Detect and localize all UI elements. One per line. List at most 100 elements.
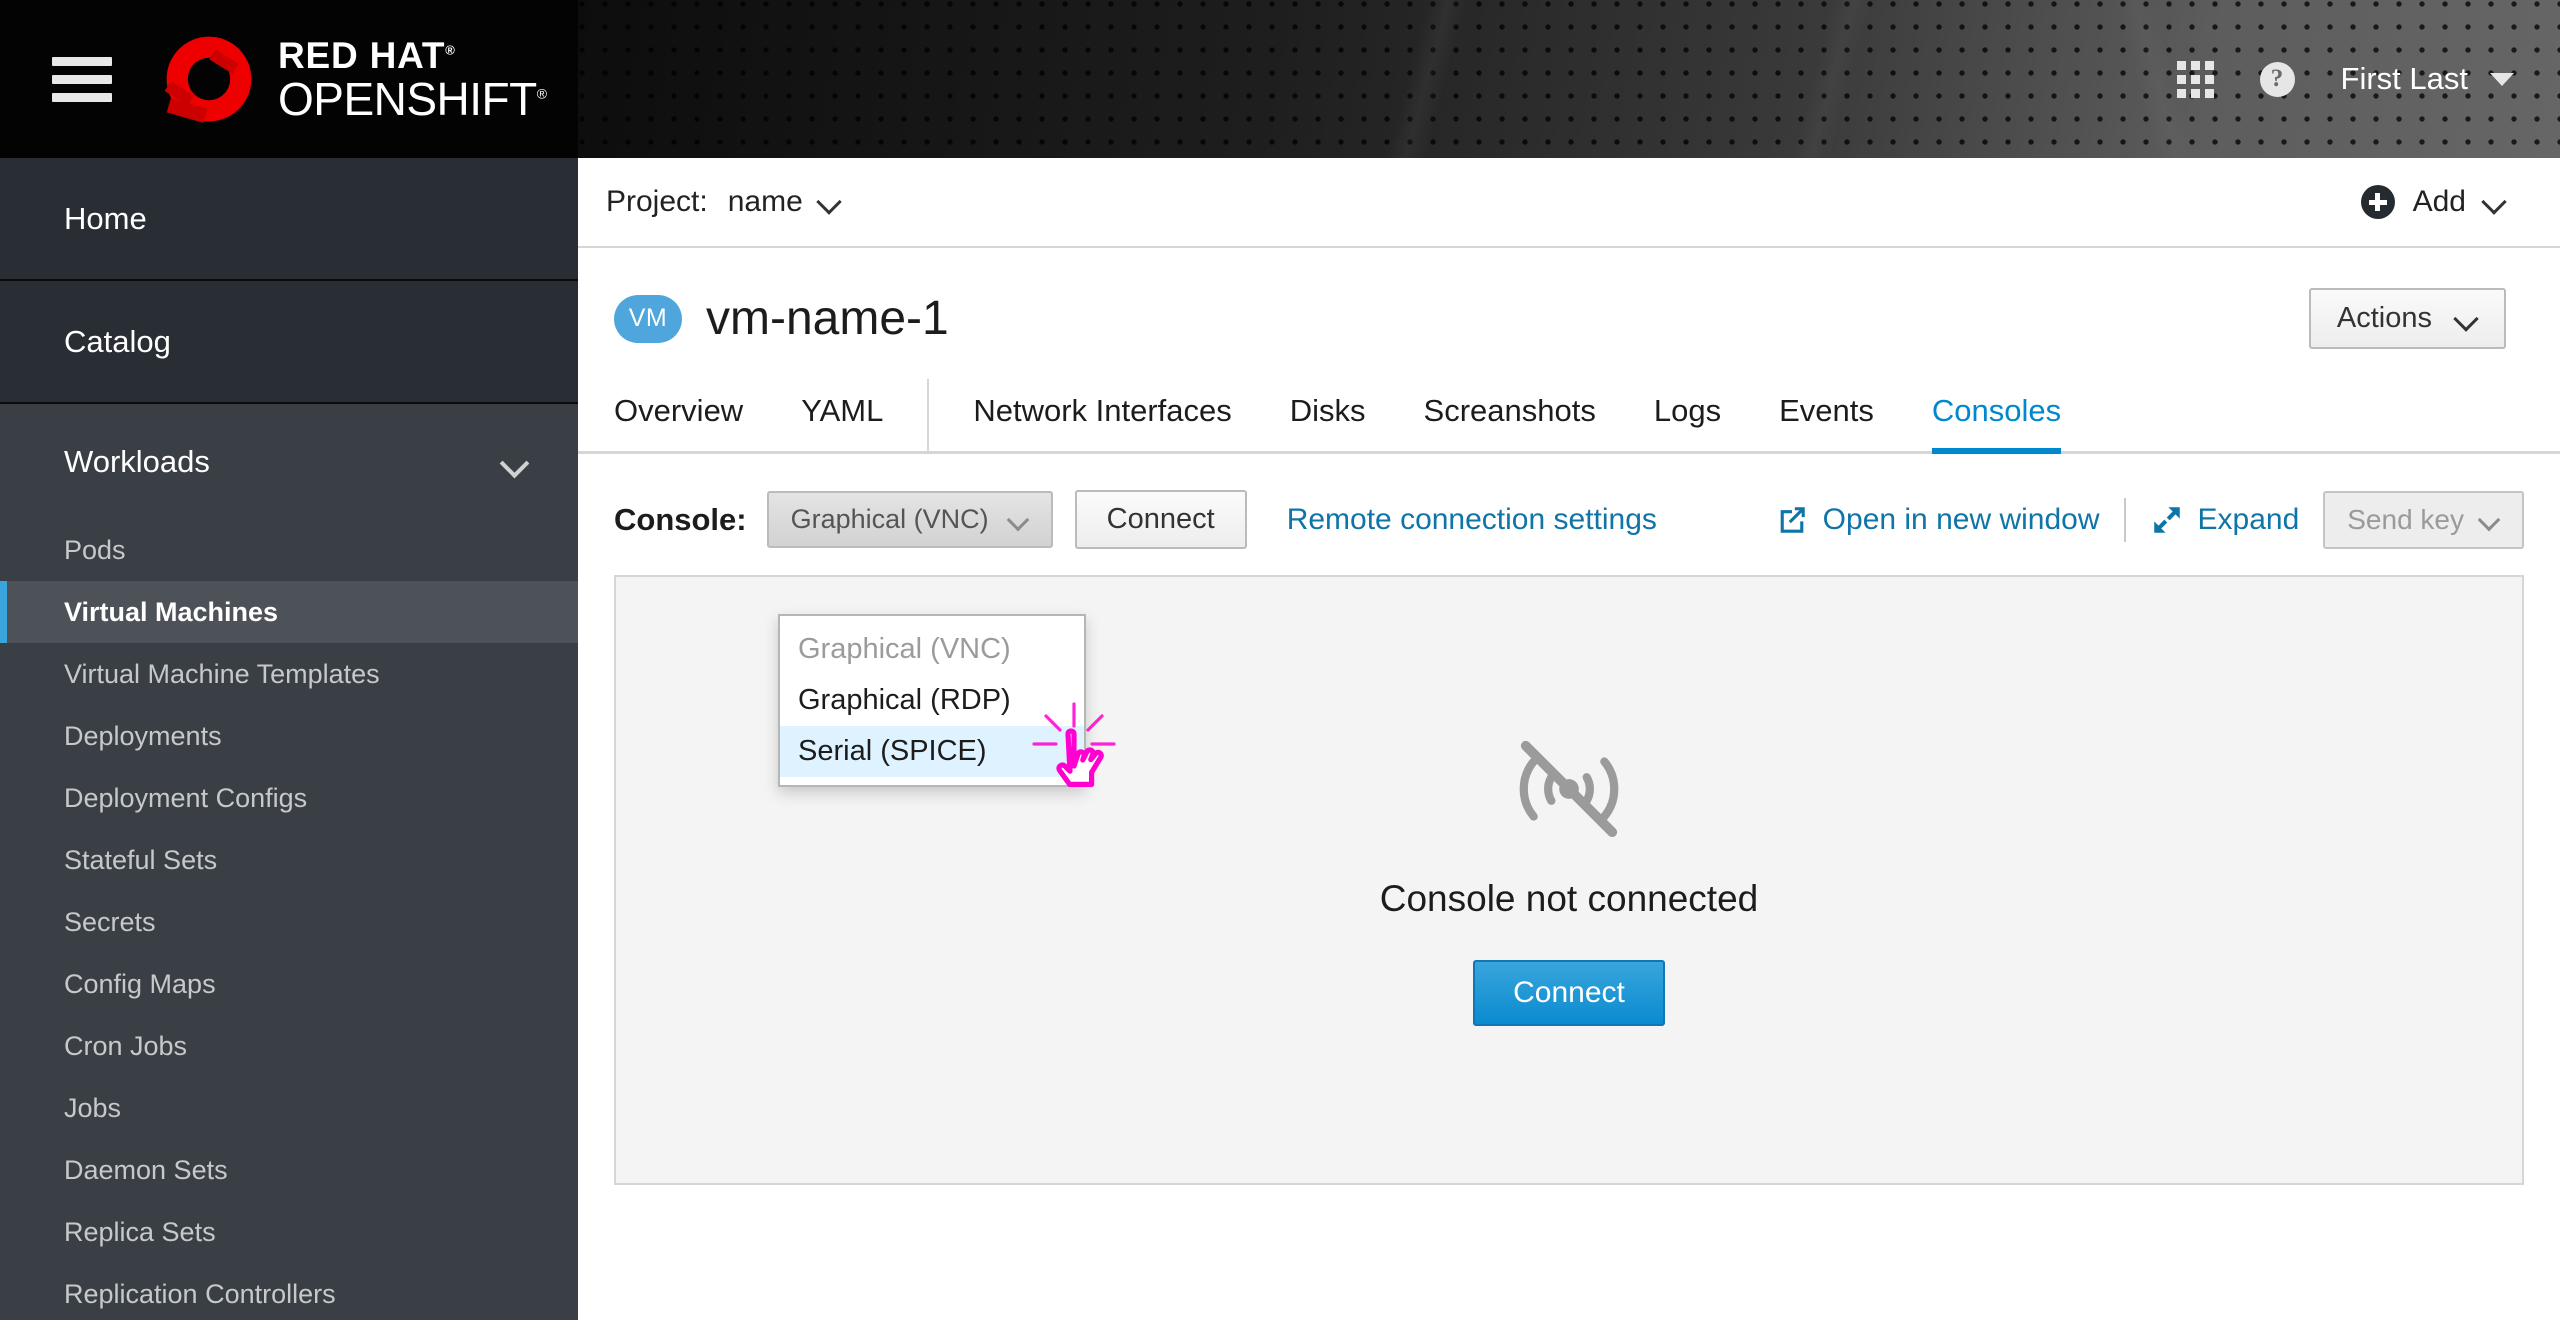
sidebar-item-label: Deployments — [64, 720, 222, 751]
expand-link[interactable]: Expand — [2150, 502, 2300, 537]
connect-button-label: Connect — [1513, 976, 1625, 1009]
masthead-logo-panel: RED HAT® OPENSHIFT® — [0, 0, 578, 158]
remote-connection-settings-link[interactable]: Remote connection settings — [1287, 503, 1657, 537]
sidebar-item-label: Pods — [64, 534, 126, 565]
openshift-console-page: RED HAT® OPENSHIFT® ? First Last Home Ca… — [0, 0, 2560, 1320]
tab-label: Network Interfaces — [973, 393, 1232, 428]
tab-label: Logs — [1653, 393, 1722, 428]
tab-overview[interactable]: Overview — [614, 381, 743, 451]
open-in-new-window-label: Open in new window — [1822, 502, 2100, 536]
page-title: vm-name-1 — [706, 292, 949, 345]
toolbar-divider — [2123, 497, 2126, 542]
sidebar-item-config-maps[interactable]: Config Maps — [0, 953, 578, 1015]
hamburger-menu-icon[interactable] — [52, 48, 112, 111]
sidebar-item-label: Daemon Sets — [64, 1154, 228, 1185]
add-button[interactable]: Add — [2360, 185, 2506, 219]
actions-label: Actions — [2336, 302, 2432, 334]
project-bar: Project: name Add — [578, 158, 2560, 248]
registered-mark-2: ® — [536, 85, 547, 102]
tab-yaml[interactable]: YAML — [801, 381, 927, 451]
user-menu[interactable]: First Last — [2341, 61, 2514, 97]
project-selector[interactable]: Project: name — [606, 185, 841, 219]
external-link-icon — [1780, 506, 1805, 533]
tab-events[interactable]: Events — [1779, 381, 1874, 451]
tab-logs[interactable]: Logs — [1654, 381, 1721, 451]
tab-group-divider — [927, 379, 930, 451]
sidebar-item-label: Cron Jobs — [64, 1030, 188, 1061]
user-name-label: First Last — [2340, 61, 2468, 96]
chevron-down-icon — [2490, 72, 2514, 86]
sidebar-item-label: Jobs — [64, 1092, 122, 1123]
console-type-dropdown-menu: Graphical (VNC) Graphical (RDP) Serial (… — [778, 614, 1086, 787]
sidebar-item-label: Secrets — [64, 906, 156, 937]
sidebar-item-label: Stateful Sets — [64, 844, 218, 875]
dropdown-option-graphical-rdp[interactable]: Graphical (RDP) — [780, 675, 1084, 726]
console-type-select[interactable]: Graphical (VNC) — [766, 491, 1053, 548]
sidebar-item-label: Config Maps — [64, 968, 216, 999]
tab-disks[interactable]: Disks — [1290, 381, 1366, 451]
console-toolbar: Console: Graphical (VNC) Connect Remote … — [578, 454, 2560, 549]
brand-openshift-text: OPENSHIFT — [278, 72, 537, 125]
console-status-text: Console not connected — [1379, 878, 1759, 919]
help-question-icon[interactable]: ? — [2259, 61, 2295, 97]
tab-consoles[interactable]: Consoles — [1931, 381, 2062, 454]
sidebar-item-deployments[interactable]: Deployments — [0, 705, 578, 767]
sidebar-item-catalog[interactable]: Catalog — [0, 281, 578, 404]
sidebar-item-virtual-machine-templates[interactable]: Virtual Machine Templates — [0, 643, 578, 705]
connect-toolbar-button[interactable]: Connect — [1074, 490, 1247, 549]
sidebar-item-replication-controllers[interactable]: Replication Controllers — [0, 1263, 578, 1320]
connect-label: Connect — [1106, 503, 1215, 535]
sidebar-navigation: Home Catalog Workloads Pods Virtual Mach… — [0, 158, 578, 1320]
open-in-new-window-link[interactable]: Open in new window — [1775, 503, 2100, 537]
vm-badge: VM — [614, 294, 682, 343]
sidebar-item-pods[interactable]: Pods — [0, 519, 578, 581]
tab-label: Screanshots — [1423, 393, 1596, 428]
sidebar-item-stateful-sets[interactable]: Stateful Sets — [0, 829, 578, 891]
chevron-down-icon — [2456, 308, 2478, 330]
project-label: Project: — [606, 185, 708, 218]
sidebar-item-daemon-sets[interactable]: Daemon Sets — [0, 1139, 578, 1201]
actions-button[interactable]: Actions — [2308, 288, 2506, 349]
grid-apps-icon[interactable] — [2176, 60, 2214, 98]
console-type-label: Console: — [614, 501, 747, 537]
sidebar-item-label: Virtual Machine Templates — [64, 658, 380, 689]
expand-label: Expand — [2197, 502, 2300, 536]
sidebar-item-deployment-configs[interactable]: Deployment Configs — [0, 767, 578, 829]
tab-label: Consoles — [1931, 393, 2062, 428]
sidebar-item-label: Deployment Configs — [64, 782, 308, 813]
tab-label: Events — [1779, 393, 1874, 428]
sidebar-item-replica-sets[interactable]: Replica Sets — [0, 1201, 578, 1263]
registered-mark-1: ® — [445, 42, 456, 58]
dropdown-option-serial-spice[interactable]: Serial (SPICE) — [780, 726, 1084, 777]
dropdown-option-graphical-vnc[interactable]: Graphical (VNC) — [780, 624, 1084, 675]
tab-label: Overview — [614, 393, 744, 428]
tab-network-interfaces[interactable]: Network Interfaces — [973, 381, 1231, 451]
project-name-value: name — [727, 185, 803, 218]
connect-button[interactable]: Connect — [1473, 960, 1665, 1026]
dropdown-option-label: Graphical (VNC) — [798, 633, 1011, 665]
sidebar-item-label: Replica Sets — [64, 1216, 216, 1247]
console-toolbar-right: Open in new window Expand Send key — [1775, 490, 2524, 549]
send-key-label: Send key — [2347, 503, 2464, 535]
sidebar-item-label: Virtual Machines — [64, 596, 279, 627]
sidebar-item-jobs[interactable]: Jobs — [0, 1077, 578, 1139]
sidebar-item-cron-jobs[interactable]: Cron Jobs — [0, 1015, 578, 1077]
masthead-utilities: ? First Last — [2176, 0, 2514, 158]
sidebar-section-label: Workloads — [64, 443, 210, 479]
redhat-openshift-logo[interactable]: RED HAT® OPENSHIFT® — [156, 26, 547, 132]
sidebar-item-home[interactable]: Home — [0, 158, 578, 281]
sidebar-item-secrets[interactable]: Secrets — [0, 891, 578, 953]
dropdown-option-label: Graphical (RDP) — [798, 684, 1011, 716]
tab-screanshots[interactable]: Screanshots — [1424, 381, 1596, 451]
detail-tabs: Overview YAML Network Interfaces Disks S… — [578, 379, 2560, 454]
sidebar-top-group: Home Catalog — [0, 158, 578, 404]
sidebar-item-label: Replication Controllers — [64, 1278, 336, 1309]
chevron-down-icon — [819, 191, 841, 213]
page-title-group: VM vm-name-1 — [614, 291, 949, 346]
send-key-button[interactable]: Send key — [2323, 490, 2524, 549]
sidebar-item-label: Home — [64, 200, 147, 236]
redhat-logo-icon — [164, 36, 252, 123]
sidebar-section-workloads[interactable]: Workloads — [0, 404, 578, 519]
dropdown-option-label: Serial (SPICE) — [798, 735, 987, 767]
sidebar-item-virtual-machines[interactable]: Virtual Machines — [0, 581, 578, 643]
